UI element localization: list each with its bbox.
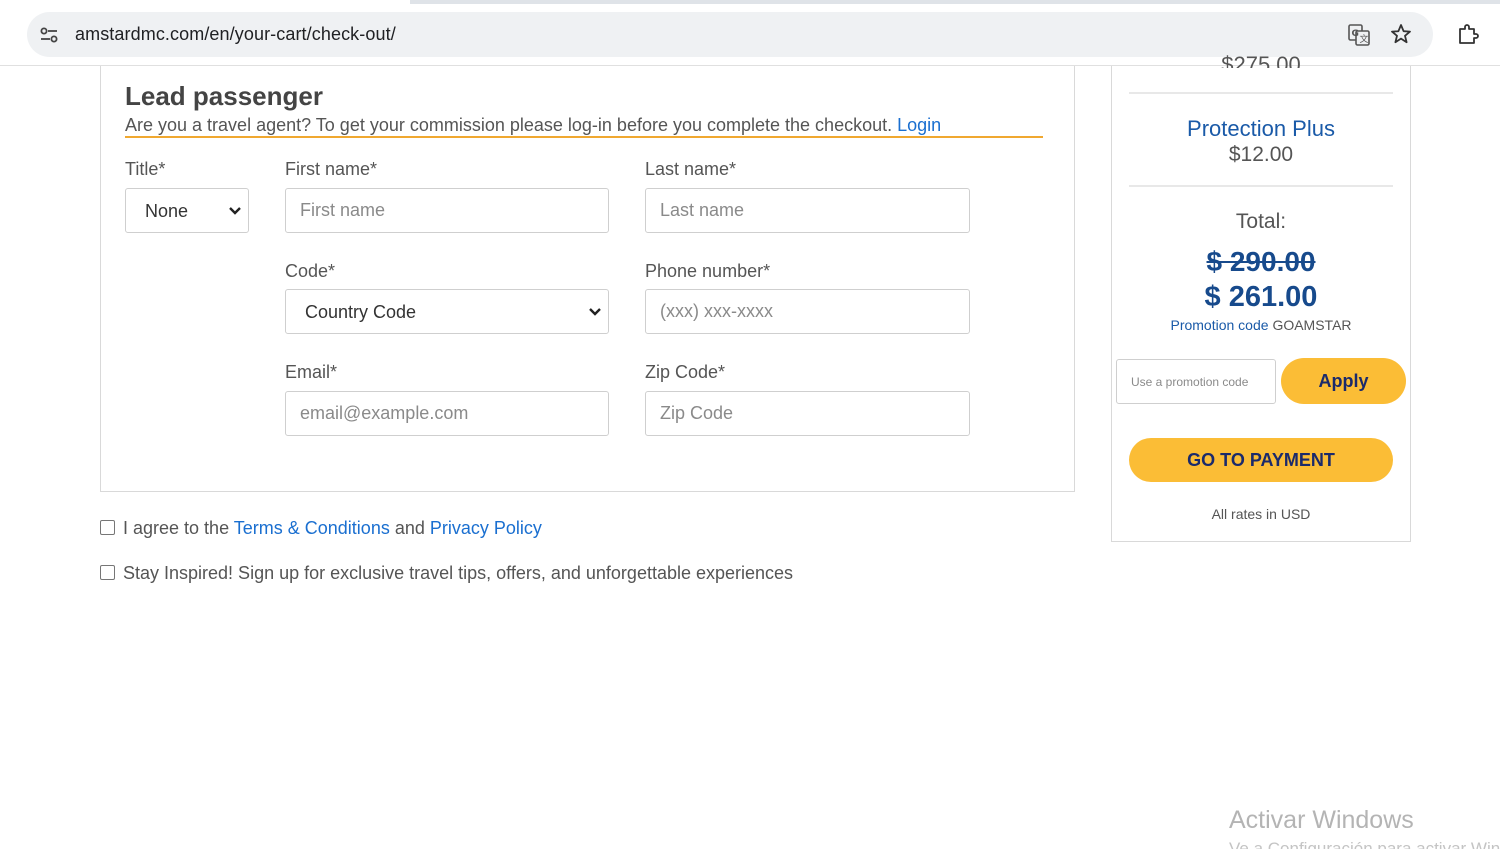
total-label: Total: [1235,210,1287,233]
first-name-label: First name* [285,159,378,179]
original-total: $ 290.00 [1206,246,1316,277]
svg-text:G: G [1352,29,1359,39]
windows-activation-subtitle: Ve a Configuración para activar Windows. [1229,839,1500,849]
zip-input[interactable] [645,391,970,436]
tab-strip [0,0,1500,4]
terms-link[interactable]: Terms & Conditions [234,518,390,538]
title-select[interactable]: None [125,188,249,233]
terms-and: and [394,518,425,538]
windows-activation-title: Activar Windows [1229,806,1414,834]
title-label: Title* [125,159,166,179]
agent-note: Are you a travel agent? To get your comm… [125,115,1043,138]
agent-login-link[interactable]: Login [897,115,941,135]
promo-code-input[interactable] [1116,359,1276,404]
newsletter-text: Stay Inspired! Sign up for exclusive tra… [123,563,794,583]
url-text[interactable]: amstardmc.com/en/your-cart/check-out/ [75,24,396,45]
protection-name: Protection Plus [1187,116,1335,141]
puzzle-icon[interactable] [1456,22,1480,46]
agent-note-text: Are you a travel agent? To get your comm… [125,115,893,135]
last-name-label: Last name* [645,159,737,179]
active-tab-edge[interactable] [0,0,410,4]
email-input[interactable] [285,391,609,436]
address-bar[interactable]: amstardmc.com/en/your-cart/check-out/ G … [27,12,1433,57]
title-select-value: None [145,201,189,221]
protection-price: $12.00 [1228,143,1294,166]
summary-divider [1129,185,1393,187]
terms-checkbox[interactable] [100,520,115,535]
code-label: Code* [285,261,336,281]
discounted-total: $ 261.00 [1204,281,1318,313]
country-code-value: Country Code [305,302,417,322]
newsletter-row: Stay Inspired! Sign up for exclusive tra… [100,563,793,584]
summary-divider [1129,92,1393,94]
apply-promo-button[interactable]: Apply [1281,358,1406,404]
tune-icon[interactable] [39,25,59,45]
last-name-input[interactable] [645,188,970,233]
star-icon[interactable] [1389,22,1413,46]
go-to-payment-button[interactable]: GO TO PAYMENT [1129,438,1393,482]
rates-note: All rates in USD [1211,506,1311,522]
terms-consent-row: I agree to the Terms & Conditions and Pr… [100,518,542,539]
promo-label: Promotion code [1170,317,1269,333]
phone-label: Phone number* [645,261,771,281]
zip-label: Zip Code* [645,362,726,382]
country-code-select[interactable]: Country Code [285,289,609,334]
email-label: Email* [285,362,338,382]
chevron-down-icon [229,207,241,215]
privacy-link[interactable]: Privacy Policy [430,518,542,538]
svg-text:文: 文 [1360,33,1369,45]
chevron-down-icon [589,308,601,316]
promo-applied-line: Promotion code GOAMSTAR [1111,317,1411,333]
section-title: Lead passenger [125,81,323,111]
newsletter-checkbox[interactable] [100,565,115,580]
promo-code-value: GOAMSTAR [1272,317,1352,333]
terms-prefix: I agree to the [123,518,230,538]
phone-input[interactable] [645,289,970,334]
first-name-input[interactable] [285,188,609,233]
cut-off-price: $275.00 [1221,52,1301,68]
translate-icon[interactable]: G 文 [1347,23,1371,47]
